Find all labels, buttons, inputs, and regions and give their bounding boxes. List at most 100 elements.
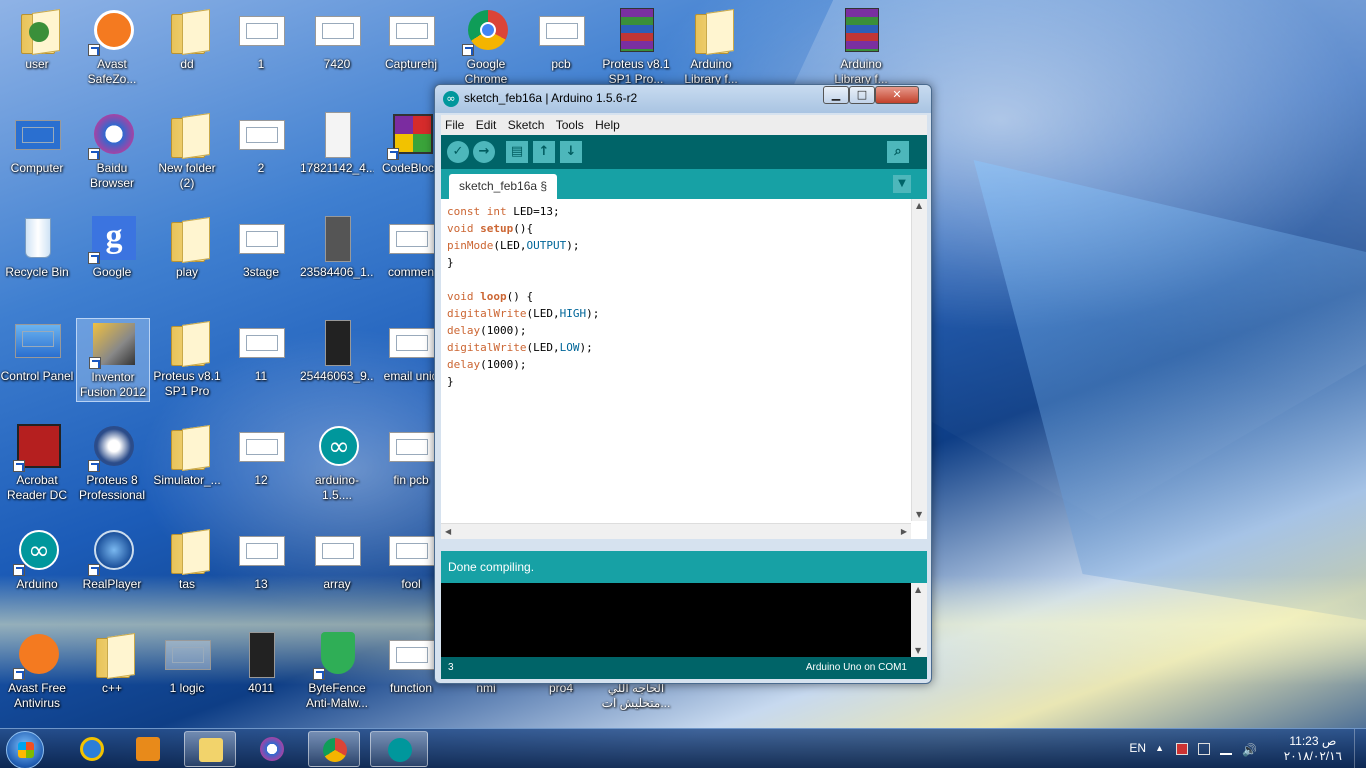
desktop-icon-new-folder-2[interactable]: New folder (2) (150, 110, 224, 191)
menu-tools[interactable]: Tools (552, 115, 588, 135)
scroll-down-icon[interactable]: ▼ (915, 646, 921, 655)
serial-monitor-button[interactable]: ⌕ (887, 141, 909, 163)
image-thumbnail-icon (313, 6, 361, 54)
network-signal-icon[interactable] (1220, 743, 1232, 755)
new-sketch-button[interactable]: ▤ (506, 141, 528, 163)
desktop-icon-2[interactable]: 2 (224, 110, 298, 176)
desktop-icon-dd[interactable]: dd (150, 6, 224, 72)
taskbar-arduino[interactable] (370, 731, 428, 767)
menu-file[interactable]: File (441, 115, 468, 135)
desktop-icon-7420[interactable]: 7420 (300, 6, 374, 72)
inventor-fusion-icon (89, 319, 137, 369)
desktop-icon-google[interactable]: g Google (75, 214, 149, 280)
chrome-icon (323, 738, 347, 762)
desktop-icon-cpp[interactable]: c++ (75, 630, 149, 696)
arduino-ide-window[interactable]: ∞ sketch_feb16a | Arduino 1.5.6-r2 ▁ □ ✕… (434, 84, 932, 684)
language-indicator[interactable]: EN (1129, 741, 1146, 755)
desktop-icon-computer[interactable]: Computer (0, 110, 74, 176)
desktop-icon-tas[interactable]: tas (150, 526, 224, 592)
open-sketch-button[interactable]: ↑ (533, 141, 555, 163)
desktop-icon-avast-free[interactable]: Avast Free Antivirus (0, 630, 74, 711)
desktop-icon-1[interactable]: 1 (224, 6, 298, 72)
desktop-icon-control-panel[interactable]: Control Panel (0, 318, 74, 384)
tab-sketch[interactable]: sketch_feb16a § (449, 174, 558, 199)
clock[interactable]: 11:23 ص ٢٠١٨/٠٢/١٦ (1284, 734, 1342, 764)
desktop-icon-12[interactable]: 12 (224, 422, 298, 488)
minimize-button[interactable]: ▁ (823, 86, 849, 104)
maximize-button[interactable]: □ (849, 86, 875, 104)
editor-horizontal-scrollbar[interactable]: ◀ ▶ (441, 523, 911, 539)
desktop-icon-pcb[interactable]: pcb (524, 6, 598, 72)
taskbar-chrome[interactable] (308, 731, 360, 767)
logic-diagram-icon (163, 630, 211, 678)
desktop-icon-proteus-rar[interactable]: Proteus v8.1 SP1 Pro... (599, 6, 673, 87)
code-editor[interactable]: const int LED=13; void setup(){ pinMode(… (441, 199, 927, 539)
scroll-right-icon[interactable]: ▶ (901, 527, 907, 536)
code-text[interactable]: const int LED=13; void setup(){ pinMode(… (447, 203, 599, 390)
desktop-icon-inventor-fusion[interactable]: Inventor Fusion 2012 (76, 318, 150, 402)
desktop-icon-acrobat-reader[interactable]: Acrobat Reader DC (0, 422, 74, 503)
desktop-icon-realplayer[interactable]: RealPlayer (75, 526, 149, 592)
line-number: 3 (448, 662, 454, 673)
desktop-icon-25446063[interactable]: 25446063_9... (300, 318, 374, 384)
desktop-icon-arduino[interactable]: Arduino (0, 526, 74, 592)
desktop-icon-4011[interactable]: 4011 (224, 630, 298, 696)
desktop-icon-23584406[interactable]: 23584406_1... (300, 214, 374, 280)
menu-help[interactable]: Help (591, 115, 624, 135)
image-thumbnail-icon (237, 526, 285, 574)
flag-alert-icon[interactable] (1176, 743, 1188, 755)
image-thumbnail-icon (313, 526, 361, 574)
editor-vertical-scrollbar[interactable]: ▲ ▼ (911, 199, 927, 521)
desktop-icon-user[interactable]: user (0, 6, 74, 72)
scroll-down-icon[interactable]: ▼ (916, 510, 922, 519)
image-thumbnail-icon (387, 526, 435, 574)
desktop-icon-capturehj[interactable]: Capturehj (374, 6, 448, 72)
desktop-icon-arduino-installer[interactable]: arduino-1.5.... (300, 422, 374, 503)
desktop-icon-11[interactable]: 11 (224, 318, 298, 384)
taskbar-media-player[interactable] (122, 731, 174, 767)
desktop-icon-1-logic[interactable]: 1 logic (150, 630, 224, 696)
clock-date: ٢٠١٨/٠٢/١٦ (1283, 749, 1342, 763)
volume-icon[interactable]: 🔊 (1242, 743, 1257, 757)
show-hidden-icons-icon[interactable]: ▲ (1155, 743, 1164, 753)
desktop-icon-google-chrome[interactable]: Google Chrome (449, 6, 523, 87)
taskbar-file-explorer[interactable] (184, 731, 236, 767)
scroll-up-icon[interactable]: ▲ (916, 201, 922, 210)
desktop-icon-recycle-bin[interactable]: Recycle Bin (0, 214, 74, 280)
taskbar-baidu-browser[interactable] (246, 731, 298, 767)
image-thumbnail-icon (387, 630, 435, 678)
folder-icon (163, 110, 211, 158)
desktop-icon-bytefence[interactable]: ByteFence Anti-Malw... (300, 630, 374, 711)
desktop-icon-array[interactable]: array (300, 526, 374, 592)
scroll-up-icon[interactable]: ▲ (915, 585, 921, 594)
power-icon[interactable] (1198, 743, 1210, 755)
desktop-icon-play[interactable]: play (150, 214, 224, 280)
window-titlebar[interactable]: ∞ sketch_feb16a | Arduino 1.5.6-r2 ▁ □ ✕ (435, 85, 931, 113)
taskbar-internet-explorer[interactable] (66, 731, 118, 767)
folder-icon (163, 422, 211, 470)
desktop-icon-3stage[interactable]: 3stage (224, 214, 298, 280)
verify-button[interactable]: ✓ (447, 141, 469, 163)
menu-sketch[interactable]: Sketch (504, 115, 549, 135)
show-desktop-button[interactable] (1354, 729, 1366, 768)
desktop-icon-simulator[interactable]: Simulator_... (150, 422, 224, 488)
desktop-icon-proteus-8[interactable]: Proteus 8 Professional (75, 422, 149, 503)
save-sketch-button[interactable]: ↓ (560, 141, 582, 163)
start-button[interactable] (6, 731, 44, 768)
codeblocks-icon (387, 110, 435, 160)
desktop-icon-baidu-browser[interactable]: Baidu Browser (75, 110, 149, 191)
menu-edit[interactable]: Edit (472, 115, 501, 135)
desktop-icon-avast-safezone[interactable]: Avast SafeZo... (75, 6, 149, 87)
desktop-icon-proteus-folder[interactable]: Proteus v8.1 SP1 Pro (150, 318, 224, 399)
console-scrollbar[interactable]: ▲ ▼ (911, 583, 927, 657)
tab-row: sketch_feb16a § ▼ (441, 169, 927, 199)
desktop-icon-arduino-library-rar[interactable]: Arduino Library f... (824, 6, 898, 87)
desktop-icon-13[interactable]: 13 (224, 526, 298, 592)
scroll-left-icon[interactable]: ◀ (445, 527, 451, 536)
desktop-icon-arduino-library-folder[interactable]: Arduino Library f... (674, 6, 748, 87)
upload-button[interactable]: → (473, 141, 495, 163)
console-output[interactable]: ▲ ▼ (441, 583, 927, 657)
desktop-icon-17821142[interactable]: 17821142_4... (300, 110, 374, 176)
tab-menu-button[interactable]: ▼ (893, 175, 911, 193)
close-button[interactable]: ✕ (875, 86, 919, 104)
